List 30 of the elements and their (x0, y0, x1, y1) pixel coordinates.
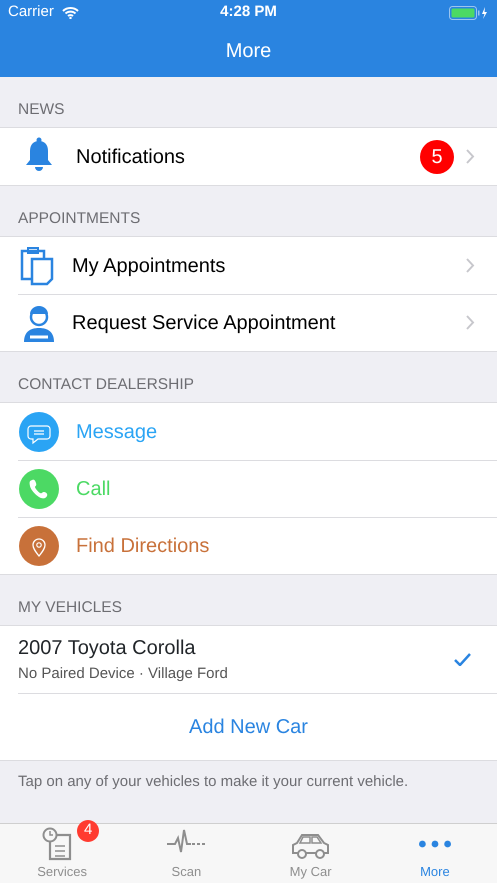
chevron-icon (466, 258, 475, 273)
vehicle-details: No Paired Device · Village Ford (18, 664, 228, 684)
count-badge: 5 (420, 140, 454, 174)
vehicle-row[interactable]: 2007 Toyota Corolla No Paired Device · Village Ford (0, 626, 497, 693)
checkmark-icon (454, 653, 471, 666)
section-header: MY VEHICLES (18, 598, 122, 618)
list-item[interactable]: Call (0, 460, 497, 517)
list-item[interactable]: Find Directions (0, 517, 497, 574)
chevron-icon (466, 315, 475, 330)
carrier-name: Carrier (8, 2, 54, 22)
tab-bar-item[interactable]: Scan (124, 824, 248, 883)
tab-bar-item[interactable]: More (372, 824, 497, 883)
list-item[interactable]: Notifications 5 (0, 128, 497, 185)
list-item[interactable]: My Appointments (0, 237, 497, 294)
more-icon (418, 840, 451, 848)
section-header: APPOINTMENTS (18, 208, 140, 229)
footer-note: Tap on any of your vehicles to make it your current vehicle. (18, 773, 408, 790)
vehicle-name: 2007 Toyota Corolla (18, 636, 197, 662)
list-item[interactable]: Message (0, 403, 497, 460)
status-time: 4:28 PM (220, 2, 277, 22)
battery-icon (449, 6, 490, 20)
screen-title: More (226, 39, 272, 64)
count-badge: 4 (77, 820, 100, 842)
wifi-icon (62, 6, 79, 19)
section-header: CONTACT DEALERSHIP (18, 374, 194, 395)
list-item[interactable]: Request Service Appointment (0, 294, 497, 351)
tab-bar-item[interactable]: My Car (248, 824, 373, 883)
chevron-icon (466, 149, 475, 164)
add-car-button[interactable]: Add New Car (183, 710, 314, 742)
section-header: NEWS (18, 100, 64, 120)
